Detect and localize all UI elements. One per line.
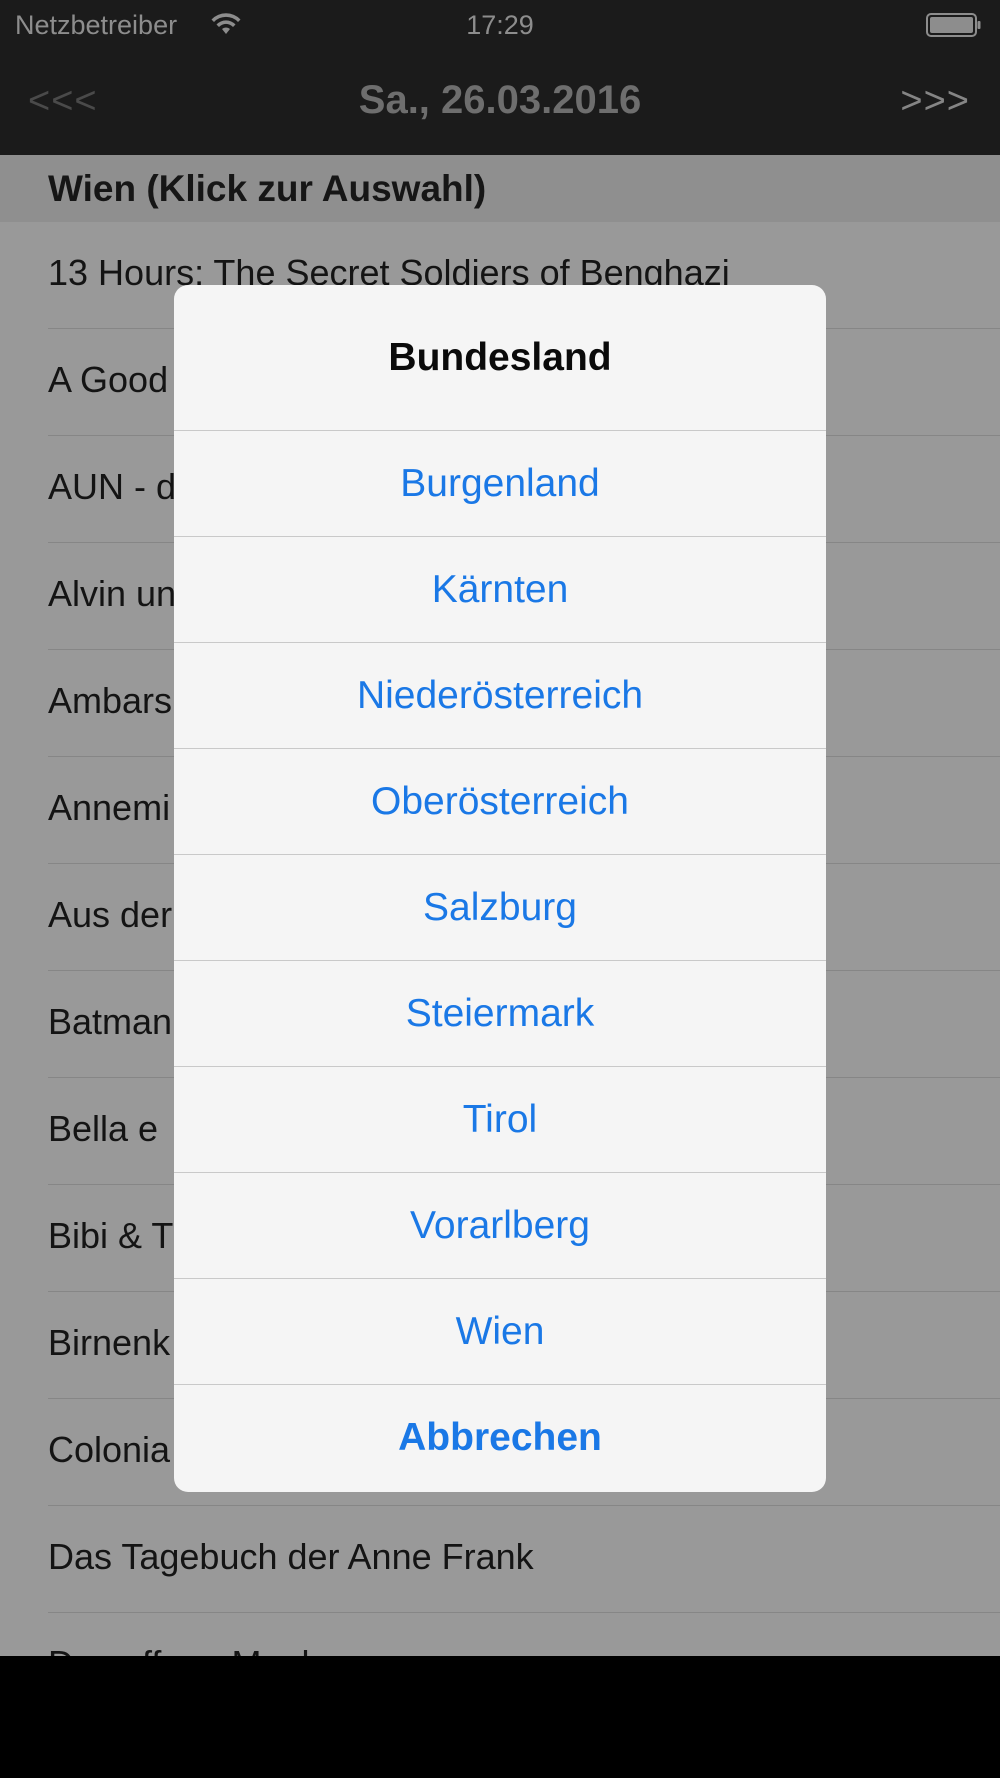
list-item-label: Das offene Maul	[48, 1643, 310, 1656]
battery-icon	[926, 13, 981, 37]
list-item-label: Ambars	[48, 680, 173, 721]
bundesland-action-sheet: Bundesland Burgenland Kärnten Niederöste…	[174, 285, 826, 1492]
cancel-button[interactable]: Abbrechen	[174, 1385, 826, 1491]
list-item-label: Bibi & T	[48, 1215, 174, 1256]
option-wien[interactable]: Wien	[174, 1279, 826, 1385]
option-niederoesterreich[interactable]: Niederösterreich	[174, 643, 826, 749]
option-burgenland[interactable]: Burgenland	[174, 431, 826, 537]
list-item-label: Das Tagebuch der Anne Frank	[48, 1536, 534, 1577]
status-bar: Netzbetreiber 17:29	[0, 0, 1000, 50]
next-day-button[interactable]: >>>	[900, 80, 970, 123]
list-item-label: AUN - d	[48, 466, 177, 507]
option-vorarlberg[interactable]: Vorarlberg	[174, 1173, 826, 1279]
list-item-label: Annemi	[48, 787, 171, 828]
option-steiermark[interactable]: Steiermark	[174, 961, 826, 1067]
navigation-bar: <<< Sa., 26.03.2016 >>>	[0, 50, 1000, 155]
page-title: Sa., 26.03.2016	[358, 78, 642, 122]
list-item-label: Birnenk	[48, 1322, 171, 1363]
option-tirol[interactable]: Tirol	[174, 1067, 826, 1173]
list-item-label: Aus der	[48, 894, 173, 935]
option-oberoesterreich[interactable]: Oberösterreich	[174, 749, 826, 855]
list-item[interactable]: Das Tagebuch der Anne Frank	[48, 1506, 1000, 1613]
list-item-label: Colonia	[48, 1429, 171, 1470]
option-kaernten[interactable]: Kärnten	[174, 537, 826, 643]
region-section-header[interactable]: Wien (Klick zur Auswahl)	[0, 155, 1000, 222]
option-salzburg[interactable]: Salzburg	[174, 855, 826, 961]
list-item-label: A Good	[48, 359, 169, 400]
list-item-label: Alvin un	[48, 573, 177, 614]
clock: 17:29	[466, 10, 534, 40]
bottom-area	[0, 1656, 1000, 1778]
list-item[interactable]: Das offene Maul	[48, 1613, 1000, 1656]
list-item-label: Batman	[48, 1001, 173, 1042]
action-sheet-title: Bundesland	[174, 285, 826, 431]
section-header-label: Wien (Klick zur Auswahl)	[48, 168, 487, 209]
list-item-label: Bella e	[48, 1108, 159, 1149]
